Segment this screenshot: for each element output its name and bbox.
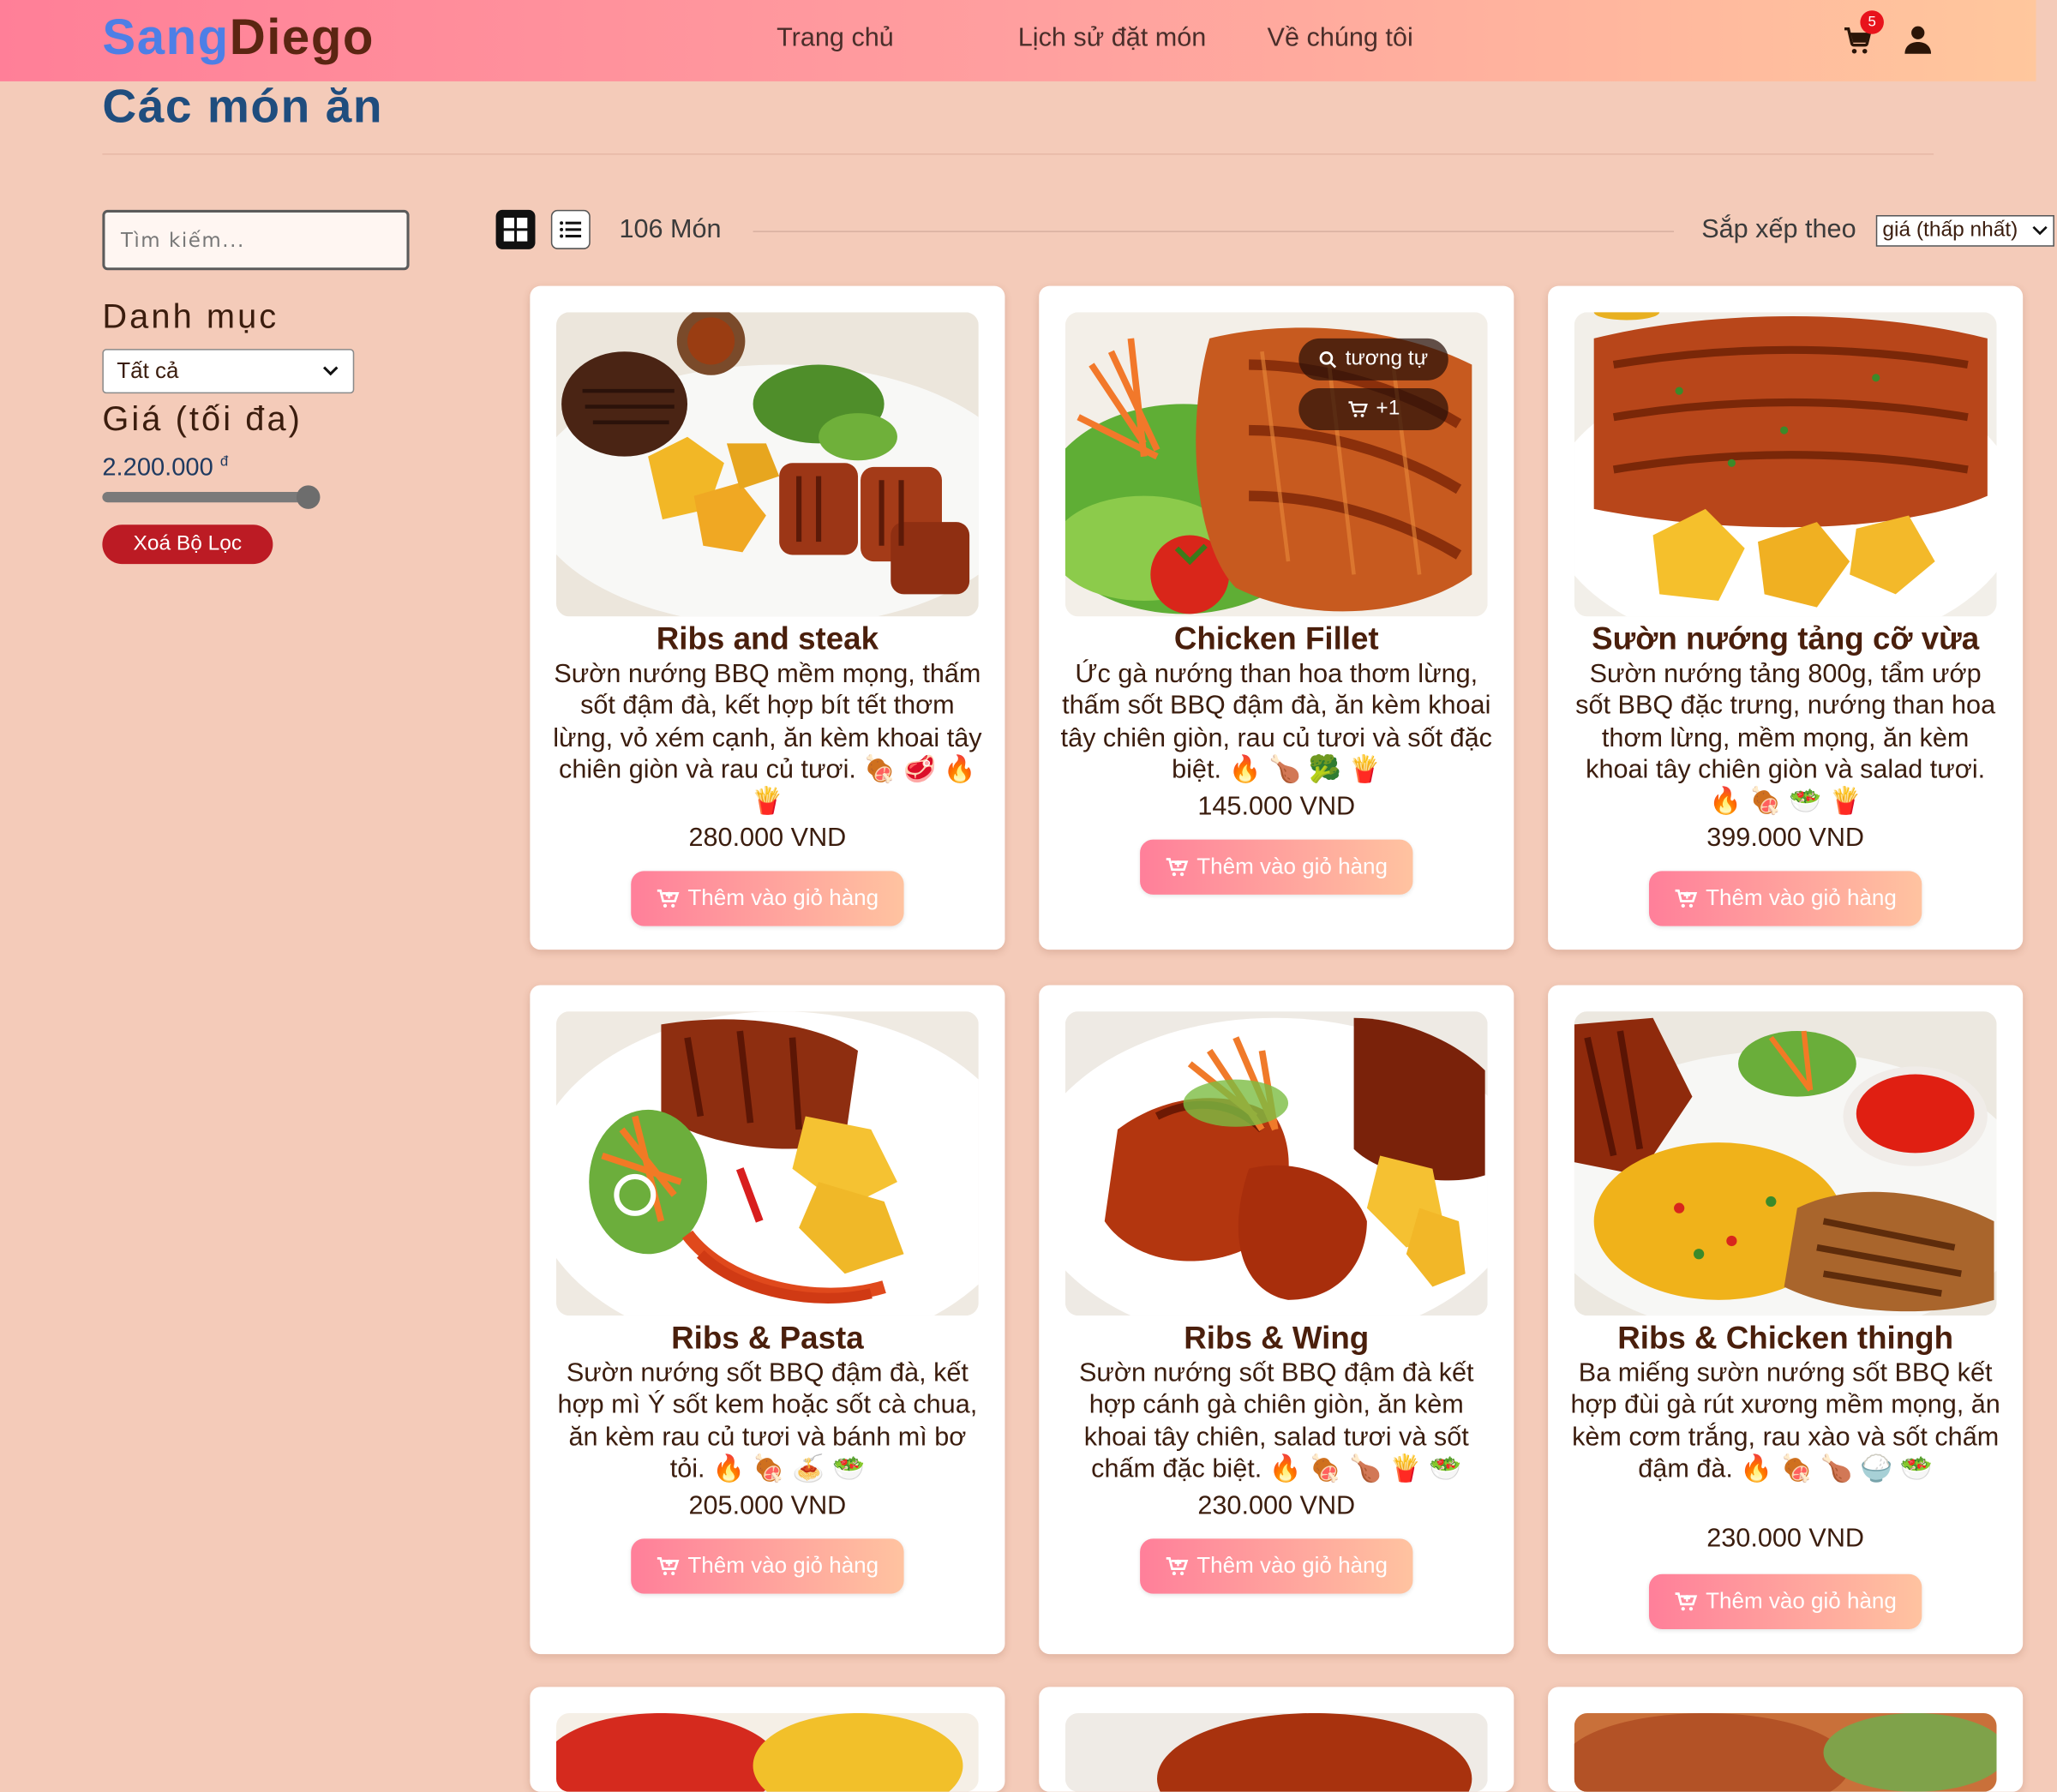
price-slider-track: [102, 491, 310, 503]
dish-name[interactable]: Sườn nướng tảng cỡ vừa: [1561, 622, 2009, 659]
sort-select[interactable]: giá (thấp nhất): [1875, 215, 2054, 247]
dish-emoji: 🔥 🍖 🍗 🍟 🥗: [1268, 1454, 1462, 1483]
nav-about[interactable]: Về chúng tôi: [1268, 24, 1413, 54]
cart-plus-icon: [1348, 401, 1368, 417]
page-title: Các món ăn: [102, 78, 384, 133]
dish-description: Ba miếng sườn nướng sốt BBQ kết hợp đùi …: [1569, 1357, 2002, 1485]
cart-plus-icon: [1166, 858, 1189, 877]
dish-name[interactable]: Ribs and steak: [543, 622, 992, 659]
dish-card[interactable]: [1548, 1687, 2024, 1792]
dish-card[interactable]: Ribs and steak Sườn nướng BBQ mềm mọng, …: [530, 285, 1005, 950]
toolbar-divider: [753, 231, 1675, 232]
price-heading: Giá (tối đa): [102, 399, 303, 439]
dish-description: Sườn nướng sốt BBQ đậm đà kết hợp cánh g…: [1060, 1357, 1493, 1485]
cart-count-badge: 5: [1860, 10, 1884, 34]
brand-part1: Sang: [102, 10, 230, 66]
search-input[interactable]: [102, 209, 410, 271]
price-max-value: 2.200.000 đ: [102, 454, 228, 483]
price-amount: 2.200.000: [102, 454, 213, 482]
add-to-cart-label: Thêm vào giỏ hàng: [1706, 885, 1897, 911]
add-to-cart-button[interactable]: Thêm vào giỏ hàng: [1648, 1573, 1922, 1630]
dish-card[interactable]: Ribs & Chicken thingh Ba miếng sườn nướn…: [1548, 985, 2024, 1655]
chevron-down-icon: [322, 366, 339, 376]
price-slider[interactable]: [102, 485, 321, 509]
find-similar-button[interactable]: tương tự: [1298, 338, 1448, 381]
dish-price: 399.000 VND: [1706, 824, 1865, 853]
add-to-cart-button[interactable]: Thêm vào giỏ hàng: [631, 1538, 904, 1594]
cart-plus-icon: [1166, 1556, 1189, 1576]
dish-name[interactable]: Ribs & Chicken thingh: [1561, 1321, 2009, 1357]
sort-selected-value: giá (thấp nhất): [1882, 219, 2018, 242]
dish-description-text: Sườn nướng tảng 800g, tẩm ướp sốt BBQ đặ…: [1575, 659, 1996, 785]
clear-filters-button[interactable]: Xoá Bộ Lọc: [102, 524, 273, 565]
category-heading: Danh mục: [102, 296, 279, 336]
quick-add-button[interactable]: +1: [1298, 388, 1448, 431]
dish-emoji: 🔥 🍖 🥗 🍟: [1709, 787, 1862, 817]
category-selected-value: Tất cả: [117, 357, 179, 383]
dish-emoji: 🔥 🍗 🥦 🍟: [1228, 755, 1382, 785]
list-view-button[interactable]: [550, 209, 591, 249]
search-icon: [1320, 351, 1337, 369]
sort-label: Sắp xếp theo: [1701, 215, 1856, 244]
add-to-cart-label: Thêm vào giỏ hàng: [1706, 1588, 1897, 1614]
dish-price: 230.000 VND: [1197, 1491, 1356, 1520]
cart-plus-icon: [1675, 1592, 1698, 1611]
dish-emoji: 🔥 🍖 🍝 🥗: [712, 1454, 866, 1483]
grid-view-button[interactable]: [495, 209, 536, 249]
dish-card[interactable]: Ribs & Wing Sườn nướng sốt BBQ đậm đà kế…: [1039, 985, 1514, 1655]
add-to-cart-button[interactable]: Thêm vào giỏ hàng: [1140, 839, 1413, 895]
nav-home[interactable]: Trang chủ: [777, 24, 894, 54]
top-navbar: SangDiego Trang chủ Lịch sử đặt món Về c…: [0, 0, 2036, 81]
dish-name[interactable]: Ribs & Pasta: [543, 1321, 992, 1357]
quick-add-label: +1: [1376, 397, 1400, 420]
dish-photo[interactable]: [1574, 1712, 1997, 1792]
brand-part2: Diego: [229, 10, 375, 66]
price-currency: đ: [219, 453, 229, 470]
item-count: 106 Món: [619, 215, 722, 244]
dish-name[interactable]: Chicken Fillet: [1052, 622, 1501, 659]
dish-card[interactable]: [530, 1687, 1005, 1792]
grid-view-icon: [503, 218, 528, 242]
add-to-cart-label: Thêm vào giỏ hàng: [1196, 854, 1388, 879]
dish-emoji: 🔥 🍖 🍗 🍚 🥗: [1740, 1454, 1934, 1483]
dish-description: Ức gà nướng than hoa thơm lừng, thấm sốt…: [1060, 658, 1493, 786]
dish-card[interactable]: [1039, 1687, 1514, 1792]
find-similar-label: tương tự: [1345, 347, 1429, 370]
dish-price: 230.000 VND: [1706, 1524, 1865, 1554]
dish-price: 145.000 VND: [1197, 792, 1356, 822]
add-to-cart-label: Thêm vào giỏ hàng: [687, 885, 879, 911]
list-view-icon: [560, 221, 582, 238]
dish-description: Sườn nướng BBQ mềm mọng, thấm sốt đậm đà…: [551, 658, 984, 818]
dish-card[interactable]: Ribs & Pasta Sườn nướng sốt BBQ đậm đà, …: [530, 985, 1005, 1655]
dish-price: 205.000 VND: [688, 1491, 847, 1520]
add-to-cart-button[interactable]: Thêm vào giỏ hàng: [631, 871, 904, 926]
category-select[interactable]: Tất cả: [102, 349, 355, 394]
price-slider-thumb[interactable]: [296, 485, 321, 509]
dish-photo[interactable]: [1064, 1712, 1488, 1792]
cart-plus-icon: [1675, 889, 1698, 908]
divider: [102, 153, 1934, 155]
add-to-cart-button[interactable]: Thêm vào giỏ hàng: [1648, 871, 1922, 926]
dish-photo[interactable]: [1064, 1011, 1488, 1316]
nav-order-history[interactable]: Lịch sử đặt món: [1018, 24, 1207, 54]
user-icon[interactable]: [1902, 24, 1934, 56]
dish-photo[interactable]: [1574, 1011, 1997, 1316]
add-to-cart-label: Thêm vào giỏ hàng: [1196, 1553, 1388, 1579]
dish-card[interactable]: Sườn nướng tảng cỡ vừa Sườn nướng tảng 8…: [1548, 285, 2024, 950]
dish-name[interactable]: Ribs & Wing: [1052, 1321, 1501, 1357]
cart-plus-icon: [657, 1556, 680, 1576]
dish-description: Sườn nướng tảng 800g, tẩm ướp sốt BBQ đặ…: [1569, 658, 2002, 818]
dish-photo[interactable]: [555, 312, 979, 617]
dish-price: 280.000 VND: [688, 824, 847, 853]
add-to-cart-button[interactable]: Thêm vào giỏ hàng: [1140, 1538, 1413, 1594]
chevron-down-icon: [2032, 225, 2048, 236]
dish-photo[interactable]: [1574, 312, 1997, 617]
dish-card[interactable]: tương tự +1 Chicken Fillet Ức gà nướng t…: [1039, 285, 1514, 950]
brand-logo[interactable]: SangDiego: [102, 10, 375, 67]
dish-photo[interactable]: [555, 1011, 979, 1316]
dish-description: Sườn nướng sốt BBQ đậm đà, kết hợp mì Ý …: [551, 1357, 984, 1485]
add-to-cart-label: Thêm vào giỏ hàng: [687, 1553, 879, 1579]
dish-photo[interactable]: [555, 1712, 979, 1792]
cart-plus-icon: [657, 889, 680, 908]
